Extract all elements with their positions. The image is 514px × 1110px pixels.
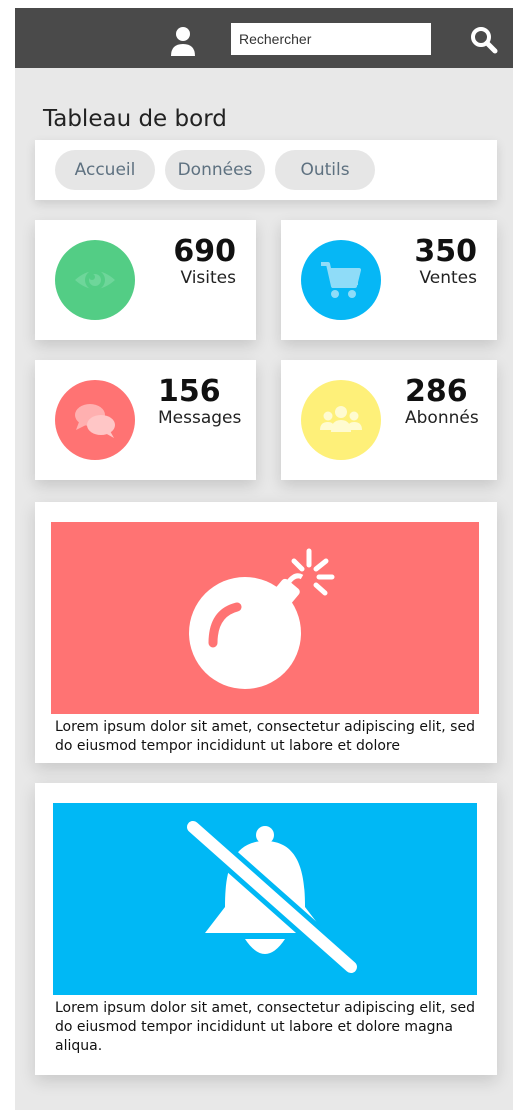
stat-label: Messages xyxy=(158,408,242,428)
stat-card-subscribers[interactable]: 286 Abonnés xyxy=(281,360,497,480)
stat-icon-circle xyxy=(301,240,381,320)
card-banner xyxy=(53,803,477,995)
eye-icon xyxy=(75,270,115,290)
stat-label: Ventes xyxy=(419,268,477,288)
stat-label: Abonnés xyxy=(405,408,479,428)
cart-icon xyxy=(321,262,361,298)
app-root: Tableau de bord Accueil Données Outils 6… xyxy=(0,0,514,1110)
search-icon[interactable] xyxy=(470,26,498,54)
stat-card-sales[interactable]: 350 Ventes xyxy=(281,220,497,340)
chat-icon xyxy=(75,404,115,438)
users-icon xyxy=(320,406,362,432)
stat-icon-circle xyxy=(55,240,135,320)
stat-value: 286 xyxy=(405,374,468,409)
card-banner xyxy=(51,522,479,714)
stat-icon-circle xyxy=(55,380,135,460)
page-title: Tableau de bord xyxy=(43,106,227,132)
stat-value: 156 xyxy=(158,374,221,409)
top-bar xyxy=(15,8,513,68)
stat-label: Visites xyxy=(180,268,236,288)
search-input[interactable] xyxy=(231,23,431,55)
tab-donnees[interactable]: Données xyxy=(165,150,265,190)
bell-slash-icon xyxy=(182,819,362,978)
card-text: Lorem ipsum dolor sit amet, consectetur … xyxy=(55,719,475,754)
bomb-icon xyxy=(189,548,335,689)
card-text: Lorem ipsum dolor sit amet, consectetur … xyxy=(55,1000,475,1054)
tab-outils[interactable]: Outils xyxy=(275,150,375,190)
tab-accueil[interactable]: Accueil xyxy=(55,150,155,190)
stat-value: 350 xyxy=(414,234,477,269)
stat-icon-circle xyxy=(301,380,381,460)
user-icon[interactable] xyxy=(170,26,196,58)
info-card-bell: Lorem ipsum dolor sit amet, consectetur … xyxy=(35,783,497,1075)
stat-card-visits[interactable]: 690 Visites xyxy=(35,220,256,340)
main-content: Tableau de bord Accueil Données Outils 6… xyxy=(15,68,513,1110)
info-card-bomb: Lorem ipsum dolor sit amet, consectetur … xyxy=(35,502,497,763)
stat-card-messages[interactable]: 156 Messages xyxy=(35,360,256,480)
tab-bar: Accueil Données Outils xyxy=(35,140,497,200)
stat-value: 690 xyxy=(173,234,236,269)
